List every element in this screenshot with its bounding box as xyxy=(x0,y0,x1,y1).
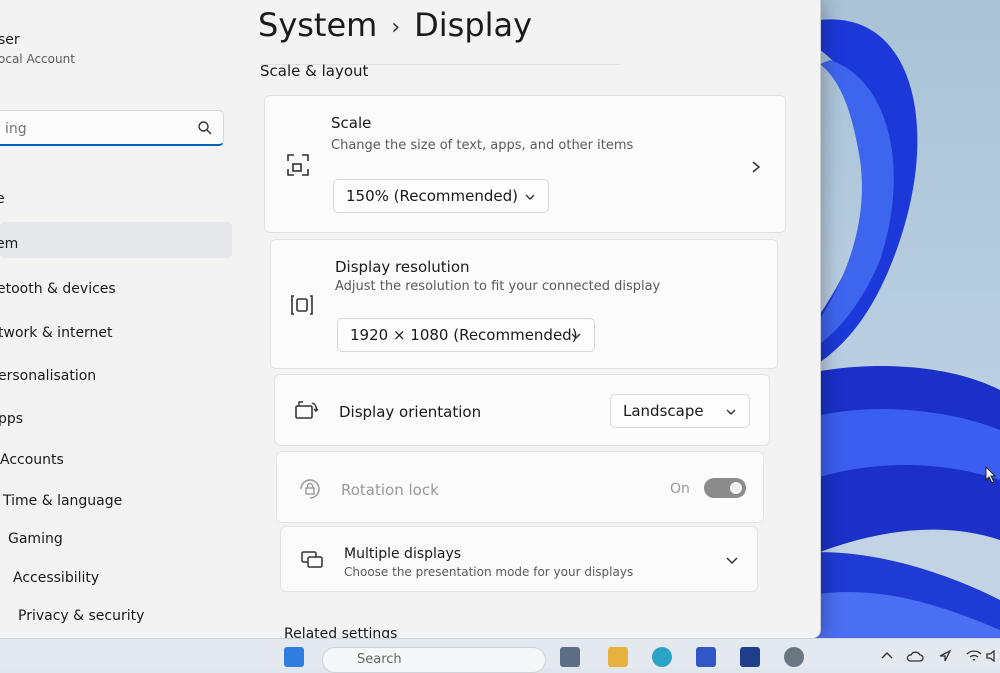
chevron-down-icon xyxy=(525,194,535,200)
rotation-lock-card: Rotation lock On xyxy=(276,451,764,523)
scale-dropdown-value: 150% (Recommended) xyxy=(346,187,518,205)
sidebar-item-apps[interactable]: pps xyxy=(0,401,232,437)
user-name: ser xyxy=(0,32,20,48)
sidebar-item-label: pps xyxy=(0,411,24,427)
wifi-icon[interactable] xyxy=(966,649,982,663)
sidebar-item-label: twork & internet xyxy=(0,325,113,341)
settings-gear-icon[interactable] xyxy=(784,647,804,667)
sidebar-item-time-language[interactable]: Time & language xyxy=(0,483,232,519)
display-orientation-card: Display orientation Landscape xyxy=(274,374,770,446)
chevron-down-icon[interactable] xyxy=(725,554,739,568)
scale-dropdown[interactable]: 150% (Recommended) xyxy=(333,179,549,213)
scale-description: Change the size of text, apps, and other… xyxy=(331,138,634,153)
rotation-lock-icon xyxy=(300,479,320,499)
breadcrumb-system[interactable]: System xyxy=(258,6,377,44)
user-account-type: ocal Account xyxy=(0,52,75,66)
sidebar-item-gaming[interactable]: Gaming xyxy=(0,521,232,557)
resolution-dropdown[interactable]: 1920 × 1080 (Recommended) xyxy=(337,318,595,352)
sidebar-item-label: Privacy & security xyxy=(18,608,145,624)
display-resolution-card: Display resolution Adjust the resolution… xyxy=(270,239,778,369)
rotation-lock-toggle[interactable] xyxy=(704,478,746,498)
chevron-right-icon[interactable] xyxy=(749,160,763,174)
search-input[interactable] xyxy=(3,118,177,140)
sidebar-item-label: em xyxy=(0,236,19,252)
related-settings-heading: Related settings xyxy=(284,626,398,638)
breadcrumb-separator: › xyxy=(391,14,401,40)
orientation-icon xyxy=(295,401,319,419)
store-icon[interactable] xyxy=(696,647,716,667)
speaker-icon[interactable] xyxy=(986,649,998,663)
resolution-icon xyxy=(291,295,313,315)
breadcrumb: System › Display xyxy=(258,6,532,44)
scale-card[interactable]: Scale Change the size of text, apps, and… xyxy=(264,95,786,233)
sidebar-item-label: Accessibility xyxy=(13,570,100,586)
sidebar-item-system[interactable]: em xyxy=(0,222,232,258)
start-icon[interactable] xyxy=(284,647,304,667)
app-icon[interactable] xyxy=(740,647,760,667)
task-view-icon[interactable] xyxy=(560,647,580,667)
sidebar: ser ocal Account e em etooth & devices t… xyxy=(0,0,240,638)
sidebar-item-label: Time & language xyxy=(3,493,123,509)
sidebar-item-privacy-security[interactable]: Privacy & security xyxy=(0,598,232,634)
main-content: System › Display Scale & layout Scale Chan… xyxy=(240,0,820,638)
cloud-icon[interactable] xyxy=(906,649,924,663)
sidebar-item-home[interactable]: e xyxy=(0,181,232,217)
resolution-dropdown-value: 1920 × 1080 (Recommended) xyxy=(350,326,578,344)
file-explorer-icon[interactable] xyxy=(608,647,628,667)
settings-search-box[interactable] xyxy=(0,110,224,146)
mouse-cursor xyxy=(985,465,997,488)
sidebar-item-label: etooth & devices xyxy=(0,281,116,297)
chevron-down-icon xyxy=(726,409,736,415)
page-title: Display xyxy=(414,6,533,44)
chevron-up-icon[interactable] xyxy=(880,649,894,663)
sidebar-item-network-internet[interactable]: twork & internet xyxy=(0,315,232,351)
resolution-description: Adjust the resolution to fit your connec… xyxy=(335,279,661,294)
rotation-lock-state: On xyxy=(670,481,690,497)
sidebar-item-bluetooth-devices[interactable]: etooth & devices xyxy=(0,271,232,307)
sidebar-item-label: e xyxy=(0,181,5,217)
search-icon xyxy=(198,121,212,135)
multiple-displays-icon xyxy=(301,551,323,568)
multiple-displays-card[interactable]: Multiple displays Choose the presentatio… xyxy=(280,526,758,592)
toggle-knob xyxy=(730,482,742,494)
scale-icon xyxy=(287,154,309,176)
settings-window: ser ocal Account e em etooth & devices t… xyxy=(0,0,821,638)
orientation-dropdown[interactable]: Landscape xyxy=(610,394,750,428)
rotation-lock-title: Rotation lock xyxy=(341,481,439,499)
taskbar-search-placeholder: Search xyxy=(357,652,402,667)
orientation-dropdown-value: Landscape xyxy=(623,402,704,420)
sidebar-item-label: ersonalisation xyxy=(0,368,97,384)
chevron-down-icon xyxy=(571,333,581,339)
section-title: Scale & layout xyxy=(260,62,369,80)
edge-icon[interactable] xyxy=(652,647,672,667)
sidebar-item-label: Accounts xyxy=(0,452,64,468)
resolution-title: Display resolution xyxy=(335,258,470,276)
multiple-displays-title: Multiple displays xyxy=(344,546,462,562)
taskbar: Search xyxy=(0,638,1000,673)
location-icon[interactable] xyxy=(938,649,952,663)
sidebar-item-personalisation[interactable]: ersonalisation xyxy=(0,358,232,394)
sidebar-item-accessibility[interactable]: Accessibility xyxy=(0,560,232,596)
taskbar-search[interactable]: Search xyxy=(322,647,546,673)
sidebar-item-label: Gaming xyxy=(8,531,63,547)
multiple-displays-description: Choose the presentation mode for your di… xyxy=(344,565,634,579)
scale-title: Scale xyxy=(331,114,372,132)
orientation-title: Display orientation xyxy=(339,403,482,421)
sidebar-item-accounts[interactable]: Accounts xyxy=(0,442,232,478)
